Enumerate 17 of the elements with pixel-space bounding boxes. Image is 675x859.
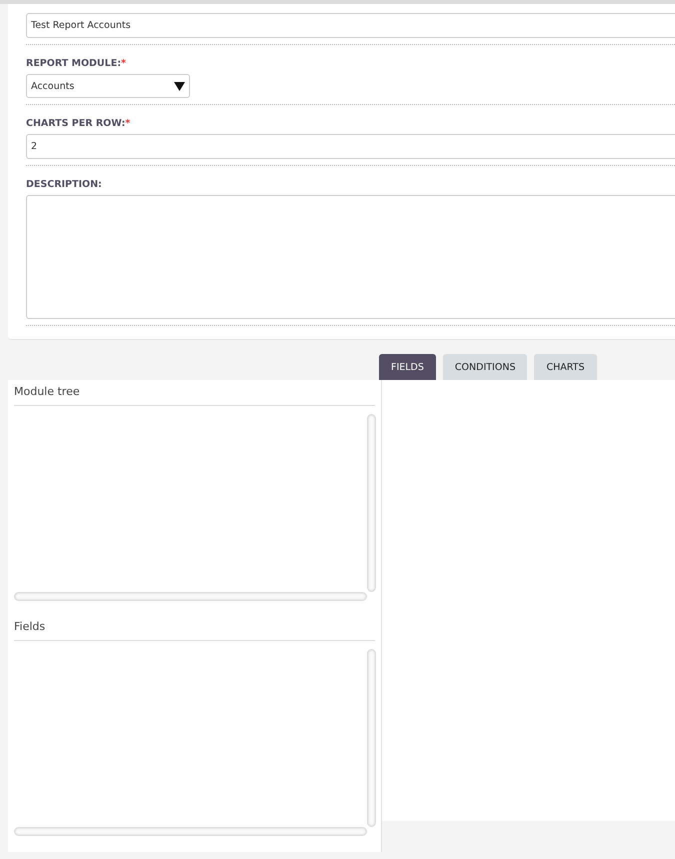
section-title: Module tree: [14, 380, 375, 406]
description-field[interactable]: [26, 195, 675, 319]
text-field[interactable]: Test Report Accounts: [26, 13, 675, 38]
scrollbar[interactable]: [14, 827, 367, 836]
section-title: Fields: [14, 615, 375, 641]
text-field[interactable]: 2: [26, 134, 675, 159]
scrollbar[interactable]: [367, 414, 376, 592]
scrollbar[interactable]: [14, 592, 367, 601]
tab[interactable]: CHARTS: [534, 354, 597, 380]
scrollbar[interactable]: [367, 649, 376, 827]
field-label: DESCRIPTION:: [26, 179, 103, 190]
tab[interactable]: CONDITIONS: [442, 354, 528, 380]
tab[interactable]: FIELDS: [379, 354, 436, 380]
caret-icon: [174, 82, 185, 90]
field-label: CHARTS PER ROW:*: [26, 118, 132, 129]
field-label: REPORT MODULE:*: [26, 58, 127, 69]
module-dropdown[interactable]: Accounts: [26, 74, 190, 98]
